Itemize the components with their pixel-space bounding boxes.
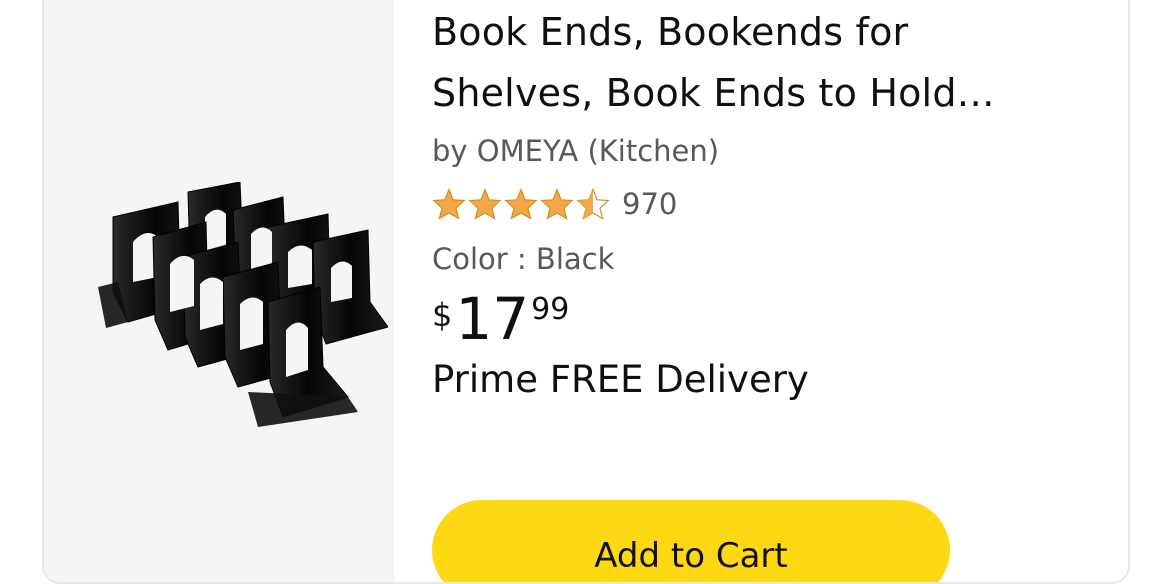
product-byline: by OMEYA (Kitchen) [432, 134, 720, 168]
product-info: Book Ends, Bookends for Shelves, Book En… [432, 2, 1112, 401]
star-full-icon [468, 188, 502, 220]
color-variant: Color : Black [432, 242, 615, 276]
star-rating [432, 188, 610, 220]
product-card[interactable]: Book Ends, Bookends for Shelves, Book En… [42, 0, 1130, 584]
price-symbol: $ [432, 296, 453, 334]
star-full-icon [540, 188, 574, 220]
product-image[interactable] [58, 182, 388, 442]
delivery-info: Prime FREE Delivery [432, 358, 809, 401]
price-whole: 17 [455, 285, 530, 353]
star-half-icon [576, 188, 610, 220]
product-title[interactable]: Book Ends, Bookends for Shelves, Book En… [432, 2, 1052, 124]
rating-row[interactable]: 970 [432, 184, 1112, 224]
star-full-icon [504, 188, 538, 220]
price-fraction: 99 [531, 292, 570, 327]
rating-count[interactable]: 970 [622, 187, 677, 221]
price: $ 17 99 [432, 286, 1112, 352]
star-full-icon [432, 188, 466, 220]
add-to-cart-button[interactable]: Add to Cart [432, 500, 950, 582]
product-image-panel[interactable] [44, 0, 394, 582]
